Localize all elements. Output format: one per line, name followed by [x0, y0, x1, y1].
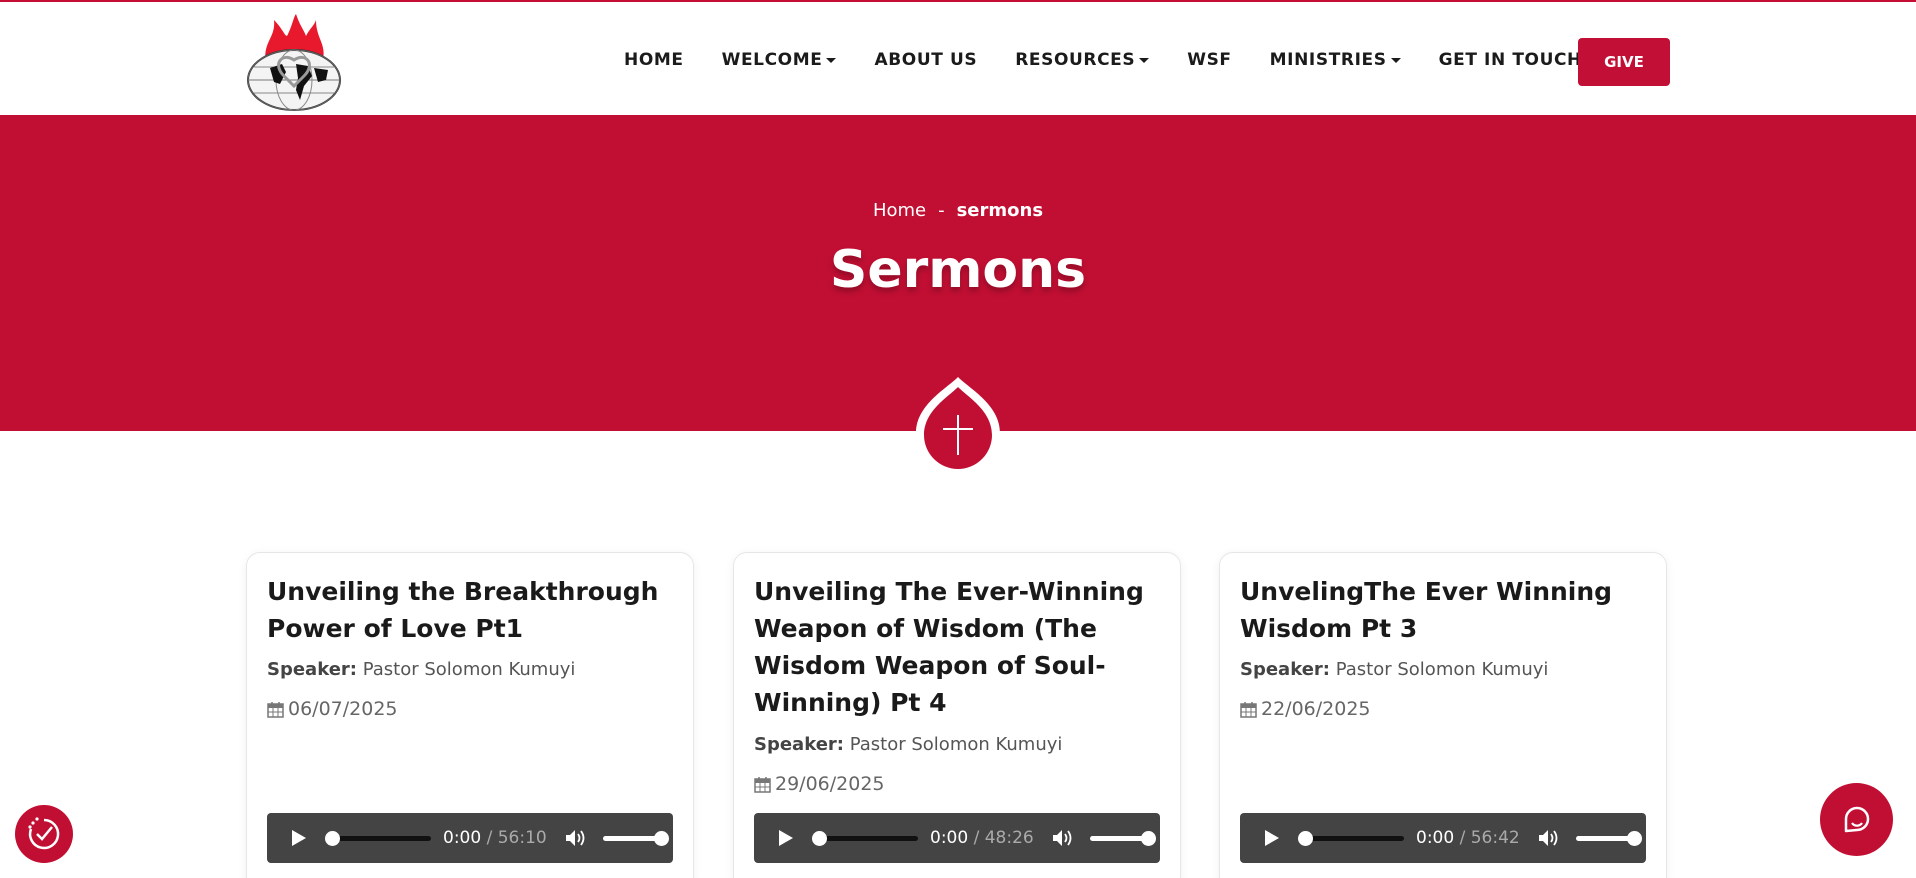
seek-handle[interactable]: [325, 830, 340, 846]
breadcrumb-separator: -: [938, 200, 945, 221]
play-icon[interactable]: [291, 829, 307, 847]
speaker-name: Pastor Solomon Kumuyi: [1335, 659, 1549, 680]
nav-about-us-label: ABOUT US: [874, 50, 978, 70]
nav-ministries-label: MINISTRIES: [1269, 50, 1387, 70]
audio-player: 0:00 / 56:10: [267, 813, 673, 863]
sermon-title[interactable]: Unveiling the Breakthrough Power of Love…: [267, 573, 677, 647]
speaker-name: Pastor Solomon Kumuyi: [362, 659, 576, 680]
volume-icon[interactable]: [1538, 828, 1560, 848]
breadcrumb-home[interactable]: Home: [873, 200, 926, 221]
sermon-card: UnvelingThe Ever Winning Wisdom Pt 3 Spe…: [1219, 552, 1667, 878]
checkmark-clock-icon: [28, 817, 60, 850]
sermon-speaker: Speaker: Pastor Solomon Kumuyi: [1240, 659, 1548, 680]
nav-home-label: HOME: [624, 50, 684, 70]
seek-slider[interactable]: [1298, 830, 1404, 846]
current-time: 0:00: [1416, 828, 1455, 848]
nav-home[interactable]: HOME: [624, 50, 684, 70]
current-time: 0:00: [443, 828, 482, 848]
caret-down-icon: [826, 57, 837, 63]
date-text: 22/06/2025: [1261, 698, 1371, 720]
volume-handle[interactable]: [653, 830, 669, 846]
play-icon[interactable]: [1264, 829, 1280, 847]
volume-icon[interactable]: [565, 828, 587, 848]
sermon-date: 29/06/2025: [754, 773, 885, 795]
seek-handle[interactable]: [1298, 830, 1313, 846]
audio-player: 0:00 / 56:42: [1240, 813, 1646, 863]
nav-get-in-touch[interactable]: GET IN TOUCH: [1439, 50, 1582, 70]
duration: 56:10: [497, 828, 547, 848]
time-display: 0:00 / 56:10: [443, 828, 547, 848]
site-header: HOME WELCOME ABOUT US RESOURCES WSF MINI…: [0, 2, 1916, 115]
nav-welcome-label: WELCOME: [721, 50, 823, 70]
play-icon[interactable]: [778, 829, 794, 847]
date-text: 29/06/2025: [775, 773, 885, 795]
cross-drop-icon: [912, 375, 1004, 481]
nav-get-in-touch-label: GET IN TOUCH: [1438, 50, 1582, 70]
page-title: Sermons: [829, 240, 1087, 300]
nav-wsf-label: WSF: [1187, 50, 1232, 70]
nav-about-us[interactable]: ABOUT US: [874, 50, 977, 70]
sermon-title[interactable]: Unveiling The Ever-Winning Weapon of Wis…: [754, 573, 1164, 721]
duration: 48:26: [984, 828, 1034, 848]
nav-ministries[interactable]: MINISTRIES: [1270, 50, 1401, 70]
nav-resources[interactable]: RESOURCES: [1015, 50, 1150, 70]
sermon-title[interactable]: UnvelingThe Ever Winning Wisdom Pt 3: [1240, 573, 1650, 647]
volume-handle[interactable]: [1626, 830, 1642, 846]
nav-resources-label: RESOURCES: [1015, 50, 1136, 70]
time-display: 0:00 / 48:26: [930, 828, 1034, 848]
sermon-speaker: Speaker: Pastor Solomon Kumuyi: [754, 734, 1062, 755]
sermon-card: Unveiling The Ever-Winning Weapon of Wis…: [733, 552, 1181, 878]
time-display: 0:00 / 56:42: [1416, 828, 1520, 848]
chat-bubble-icon: [1844, 806, 1869, 832]
breadcrumb: Home - sermons: [0, 200, 1916, 221]
date-text: 06/07/2025: [288, 698, 398, 720]
volume-slider[interactable]: [1089, 830, 1156, 846]
volume-handle[interactable]: [1140, 830, 1156, 846]
seek-handle[interactable]: [812, 830, 827, 846]
calendar-icon: [267, 701, 284, 718]
duration: 56:42: [1470, 828, 1520, 848]
seek-slider[interactable]: [812, 830, 918, 846]
volume-slider[interactable]: [1575, 830, 1642, 846]
caret-down-icon: [1390, 57, 1401, 63]
accessibility-widget-button[interactable]: [15, 805, 73, 863]
chat-button[interactable]: [1820, 783, 1893, 856]
speaker-label: Speaker:: [754, 734, 844, 755]
nav-welcome[interactable]: WELCOME: [722, 50, 837, 70]
speaker-name: Pastor Solomon Kumuyi: [849, 734, 1063, 755]
sermon-date: 22/06/2025: [1240, 698, 1371, 720]
audio-player: 0:00 / 48:26: [754, 813, 1160, 863]
current-time: 0:00: [930, 828, 969, 848]
give-button[interactable]: GIVE: [1578, 38, 1670, 86]
sermon-card: Unveiling the Breakthrough Power of Love…: [246, 552, 694, 878]
sermon-date: 06/07/2025: [267, 698, 398, 720]
church-logo[interactable]: [244, 12, 344, 112]
sermon-speaker: Speaker: Pastor Solomon Kumuyi: [267, 659, 575, 680]
caret-down-icon: [1139, 57, 1150, 63]
volume-icon[interactable]: [1052, 828, 1074, 848]
speaker-label: Speaker:: [1240, 659, 1330, 680]
nav-wsf[interactable]: WSF: [1187, 50, 1231, 70]
main-nav: HOME WELCOME ABOUT US RESOURCES WSF MINI…: [624, 48, 1620, 72]
volume-slider[interactable]: [602, 830, 669, 846]
breadcrumb-current: sermons: [956, 200, 1044, 221]
seek-slider[interactable]: [325, 830, 431, 846]
calendar-icon: [1240, 701, 1257, 718]
calendar-icon: [754, 776, 771, 793]
speaker-label: Speaker:: [267, 659, 357, 680]
